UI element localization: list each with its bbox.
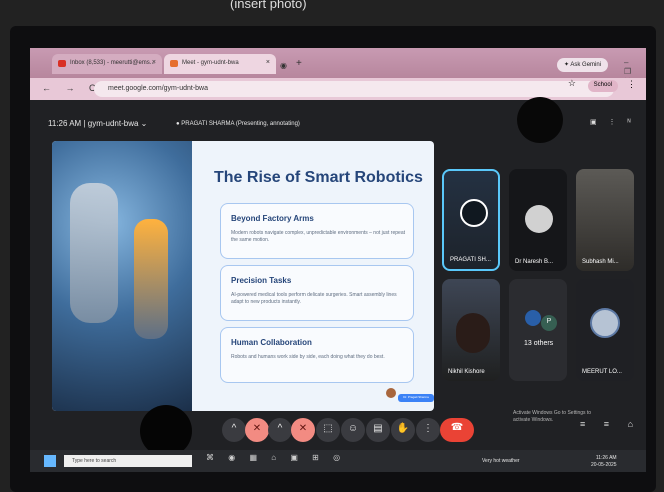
tab-label: Inbox (8,533) - meerutti@ems...	[70, 60, 155, 66]
card-text: Robots and humans work side by side, eac…	[231, 354, 385, 360]
menu-icon[interactable]: ⋮	[627, 79, 636, 90]
card-title: Human Collaboration	[231, 338, 312, 347]
participant-video	[456, 313, 490, 353]
presenter-avatar-icon: ●	[176, 121, 180, 127]
presenter-text: PRAGATI SHARMA (Presenting, annotating)	[181, 121, 300, 127]
robotics-illustration	[52, 141, 192, 411]
new-tab-button[interactable]: +	[296, 58, 302, 69]
chrome-icon[interactable]: ◎	[333, 453, 346, 462]
star-icon[interactable]: ☆	[568, 78, 576, 89]
slide-card: Precision Tasks AI-powered medical tools…	[220, 265, 414, 321]
participant-name: PRAGATI SH...	[450, 257, 491, 263]
raise-hand-button[interactable]: ✋	[391, 418, 415, 442]
avatar	[525, 205, 553, 233]
participant-tile[interactable]: PRAGATI SH...	[442, 169, 500, 271]
info-icon[interactable]: ≡	[580, 419, 593, 429]
others-tile[interactable]: P 13 others	[509, 279, 567, 381]
participant-name: Nikhil Kishore	[448, 369, 485, 375]
ask-gemini-label: Ask Gemini	[570, 62, 602, 68]
store-icon[interactable]: ⌂	[271, 453, 282, 462]
tab-label: Meet - gym-udnt-bwa	[182, 60, 239, 66]
slide-card: Beyond Factory Arms Modern robots naviga…	[220, 203, 414, 259]
others-count: 13 others	[524, 340, 554, 347]
participant-tile[interactable]: Nikhil Kishore	[442, 279, 500, 381]
mail-icon[interactable]: ▣	[290, 453, 304, 462]
close-icon[interactable]: ×	[152, 59, 156, 66]
mic-options-button[interactable]: ^	[222, 418, 246, 442]
slide-title: The Rise of Smart Robotics	[214, 169, 423, 186]
edge-icon[interactable]: ◉	[228, 453, 241, 462]
presenter-thumbnail	[386, 388, 396, 398]
camera-options-button[interactable]: ^	[268, 418, 292, 442]
clock-date: 20-05-2025	[591, 461, 617, 468]
more-options-button[interactable]: ⋮	[416, 418, 440, 442]
meeting-controls: ^ ✕ ^ ✕ ⬚ ☺ ▤ ✋ ⋮ ☎	[222, 418, 474, 444]
card-title: Beyond Factory Arms	[231, 214, 314, 223]
meeting-time-code: 11:26 AM | gym-udnt-bwa ⌄	[48, 119, 148, 128]
right-meeting-controls: ≡ ≡ ⌂	[580, 419, 641, 429]
top-note: (insert photo)	[230, 0, 307, 11]
windows-taskbar: Type here to search ⌘ ◉ ▦ ⌂ ▣ ⊞ ◎ Very h…	[30, 450, 646, 472]
present-button[interactable]: ▤	[366, 418, 390, 442]
gmail-icon	[58, 60, 66, 67]
seal-icon	[590, 308, 620, 338]
camera-button[interactable]: ✕	[291, 418, 315, 442]
meeting-code: gym-udnt-bwa	[87, 119, 139, 128]
system-clock[interactable]: 11:26 AM 20-05-2025	[591, 455, 617, 468]
taskbar-apps: ⌘ ◉ ▦ ⌂ ▣ ⊞ ◎	[206, 453, 346, 462]
navigation-buttons[interactable]: ← → C	[42, 83, 102, 93]
tab-inbox[interactable]: Inbox (8,533) - meerutti@ems... ×	[52, 54, 162, 74]
avatar: P	[541, 315, 557, 331]
meeting-time: 11:26 AM	[48, 119, 82, 128]
participant-name: Subhash Mi...	[582, 259, 619, 265]
participant-name: MEERUT LO...	[582, 369, 622, 375]
address-bar: ← → C meet.google.com/gym-udnt-bwa ☆ Sch…	[30, 78, 646, 100]
windows-start-icon[interactable]	[44, 455, 56, 467]
meet-icon	[170, 60, 178, 67]
task-view-icon[interactable]: ⌘	[206, 453, 220, 462]
chrome-tab-strip: Inbox (8,533) - meerutti@ems... × Meet -…	[30, 48, 646, 85]
mic-button[interactable]: ✕	[245, 418, 269, 442]
profile-button[interactable]: School	[587, 80, 618, 92]
participant-tile[interactable]: Subhash Mi...	[576, 169, 634, 271]
lock-icon[interactable]: ⌂	[628, 419, 641, 429]
presenter-label: ● PRAGATI SHARMA (Presenting, annotating…	[176, 121, 300, 127]
calendar-icon[interactable]: ⊞	[312, 453, 325, 462]
end-call-button[interactable]: ☎	[440, 418, 474, 442]
card-title: Precision Tasks	[231, 276, 292, 285]
participant-tile[interactable]: MEERUT LO...	[576, 279, 634, 381]
card-text: AI-powered medical tools perform delicat…	[231, 292, 397, 305]
taskbar-search-input[interactable]: Type here to search	[64, 455, 192, 467]
participant-name: Dr Naresh B...	[515, 259, 554, 265]
slide-card: Human Collaboration Robots and humans wo…	[220, 327, 414, 383]
participant-tile[interactable]: Dr Naresh B...	[509, 169, 567, 271]
robot-icon	[70, 183, 118, 323]
presentation-slide: The Rise of Smart Robotics Beyond Factor…	[52, 141, 434, 411]
file-explorer-icon[interactable]: ▦	[249, 453, 263, 462]
card-text: Modern robots navigate complex, unpredic…	[231, 230, 405, 243]
captions-button[interactable]: ⬚	[316, 418, 340, 442]
tab-meet[interactable]: Meet - gym-udnt-bwa ×	[164, 54, 276, 74]
emoji-button[interactable]: ☺	[341, 418, 365, 442]
url-input[interactable]: meet.google.com/gym-udnt-bwa	[94, 81, 614, 97]
ask-gemini-button[interactable]: ✦ Ask Gemini	[557, 58, 609, 72]
avatar	[460, 199, 488, 227]
weather-widget[interactable]: Very hot weather	[482, 458, 520, 464]
avatar	[525, 310, 541, 326]
recording-icon: ◉	[280, 61, 287, 70]
presenter-badge: Dr. Pragati Sharma	[398, 394, 434, 402]
camera-shadow	[517, 97, 563, 143]
worker-icon	[134, 219, 168, 339]
people-icon[interactable]: ≡	[604, 419, 617, 429]
header-icons[interactable]: ▣ ⋮ ᴺ	[590, 118, 636, 126]
close-icon[interactable]: ×	[266, 59, 270, 66]
screen-photo: (insert photo) Inbox (8,533) - meerutti@…	[0, 0, 664, 492]
